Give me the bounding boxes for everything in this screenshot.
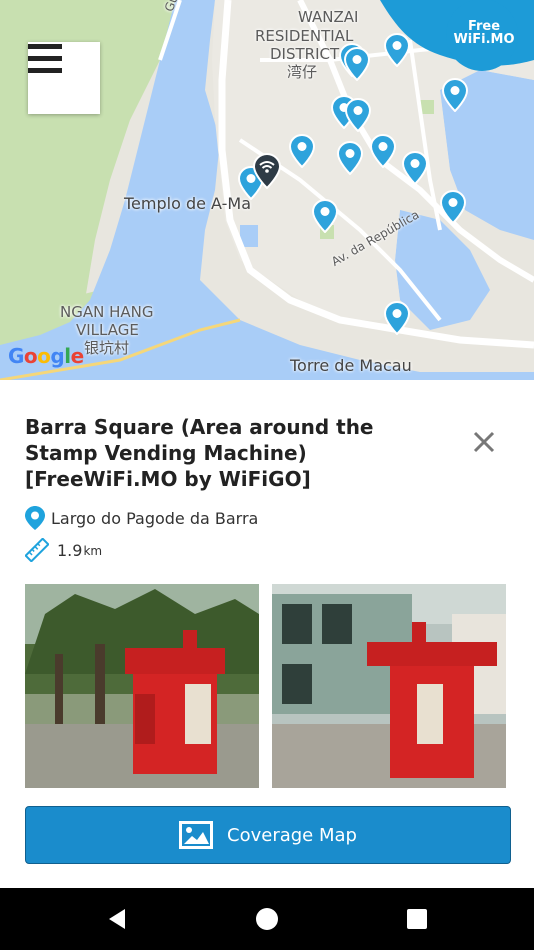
map-pin-icon bbox=[402, 151, 428, 185]
wifi-hotspot-pin[interactable] bbox=[402, 151, 428, 185]
home-button[interactable] bbox=[227, 888, 307, 950]
wifi-hotspot-pin[interactable] bbox=[337, 141, 363, 175]
map-pin-icon bbox=[289, 134, 315, 168]
distance-value: 1.9 bbox=[57, 540, 83, 560]
map-view[interactable]: WANZAI RESIDENTIAL DISTRICT 湾仔 Templo de… bbox=[0, 0, 534, 380]
stamp-machine-photo bbox=[25, 584, 259, 788]
map-pin-icon bbox=[312, 199, 338, 233]
back-button[interactable] bbox=[77, 888, 157, 950]
map-label-district: DISTRICT bbox=[270, 45, 340, 63]
location-pin-icon bbox=[25, 506, 45, 530]
logo-text: WiFi.MO bbox=[453, 32, 515, 47]
freewifi-logo: Free WiFi.MO bbox=[446, 20, 522, 46]
map-label-village-cn: 银坑村 bbox=[84, 339, 130, 357]
selected-hotspot-pin[interactable] bbox=[253, 153, 281, 189]
map-pin-icon bbox=[370, 134, 396, 168]
home-circle-icon bbox=[256, 908, 278, 930]
map-label-village: VILLAGE bbox=[76, 321, 139, 339]
distance-unit: km bbox=[83, 544, 103, 558]
map-label-temple: Templo de A-Ma bbox=[124, 194, 252, 213]
wifi-hotspot-pin[interactable] bbox=[384, 301, 410, 335]
address-text: Largo do Pagode da Barra bbox=[51, 508, 259, 528]
recents-square-icon bbox=[407, 909, 427, 929]
map-pin-icon bbox=[384, 301, 410, 335]
map-pin-icon bbox=[442, 78, 468, 112]
wifi-hotspot-pin[interactable] bbox=[384, 33, 410, 67]
hamburger-icon bbox=[28, 44, 62, 73]
google-attribution: Google bbox=[8, 344, 84, 368]
close-icon bbox=[473, 431, 495, 453]
map-label-district-cn: 湾仔 bbox=[287, 63, 318, 81]
close-button[interactable] bbox=[470, 428, 498, 456]
coverage-map-label: Coverage Map bbox=[227, 824, 357, 846]
wifi-hotspot-pin[interactable] bbox=[345, 98, 371, 132]
system-navigation-bar bbox=[0, 888, 534, 950]
wifi-hotspot-pin[interactable] bbox=[442, 78, 468, 112]
distance-row: 1.9 km bbox=[25, 537, 102, 563]
image-icon bbox=[179, 821, 214, 849]
address-row: Largo do Pagode da Barra bbox=[25, 505, 258, 531]
map-pin-icon bbox=[337, 141, 363, 175]
map-pin-icon bbox=[384, 33, 410, 67]
map-pin-icon bbox=[344, 47, 370, 81]
location-title: Barra Square (Area around the Stamp Vend… bbox=[25, 415, 374, 491]
wifi-hotspot-pin[interactable] bbox=[312, 199, 338, 233]
wifi-hotspot-pin[interactable] bbox=[289, 134, 315, 168]
map-label-district: WANZAI bbox=[298, 8, 359, 26]
coverage-map-button[interactable]: Coverage Map bbox=[25, 806, 511, 864]
map-label-village: NGAN HANG bbox=[60, 303, 154, 321]
map-pin-icon bbox=[345, 98, 371, 132]
wifi-hotspot-pin[interactable] bbox=[370, 134, 396, 168]
map-label-tower: Torre de Macau bbox=[290, 356, 412, 375]
wifi-hotspot-pin[interactable] bbox=[344, 47, 370, 81]
wifi-hotspot-pin[interactable] bbox=[440, 190, 466, 224]
menu-button[interactable] bbox=[28, 42, 100, 114]
location-photo[interactable] bbox=[272, 584, 506, 788]
recents-button[interactable] bbox=[377, 888, 457, 950]
location-photo[interactable] bbox=[25, 584, 259, 788]
stamp-machine-photo bbox=[272, 584, 506, 788]
wifi-pin-icon bbox=[253, 153, 281, 189]
map-pin-icon bbox=[440, 190, 466, 224]
back-triangle-icon bbox=[109, 909, 125, 929]
ruler-icon bbox=[25, 538, 49, 562]
